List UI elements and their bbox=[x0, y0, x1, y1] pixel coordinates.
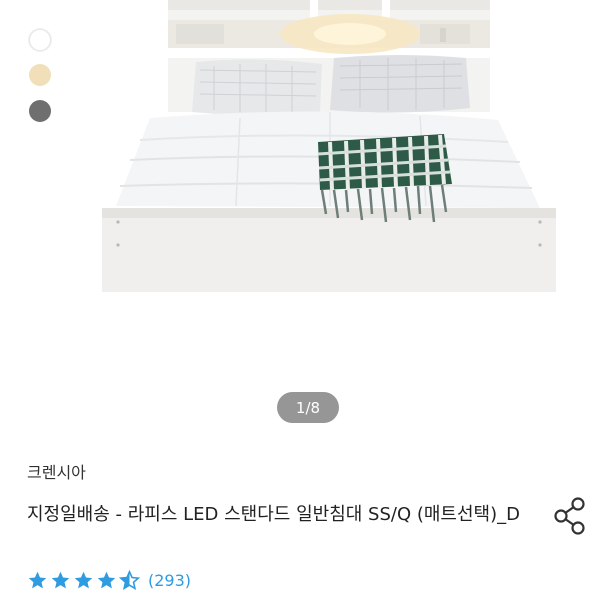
share-icon[interactable] bbox=[553, 496, 587, 536]
product-image[interactable]: 1/8 bbox=[0, 0, 602, 435]
review-count[interactable]: (293) bbox=[148, 571, 191, 590]
star-icon bbox=[51, 571, 70, 588]
star-icon bbox=[74, 571, 93, 588]
color-swatch-white[interactable] bbox=[29, 29, 51, 51]
brand-name[interactable]: 크렌시아 bbox=[27, 459, 86, 483]
bed-photo bbox=[102, 0, 556, 292]
color-swatch-beige[interactable] bbox=[29, 64, 51, 86]
half-star-icon bbox=[119, 569, 140, 590]
star-icon bbox=[28, 571, 47, 588]
image-pager: 1/8 bbox=[277, 392, 339, 423]
star-icon bbox=[97, 571, 116, 588]
product-title: 지정일배송 - 라피스 LED 스탠다드 일반침대 SS/Q (매트선택)_D bbox=[27, 504, 520, 525]
rating-row[interactable]: (293) bbox=[27, 569, 191, 591]
color-swatch-gray[interactable] bbox=[29, 100, 51, 122]
